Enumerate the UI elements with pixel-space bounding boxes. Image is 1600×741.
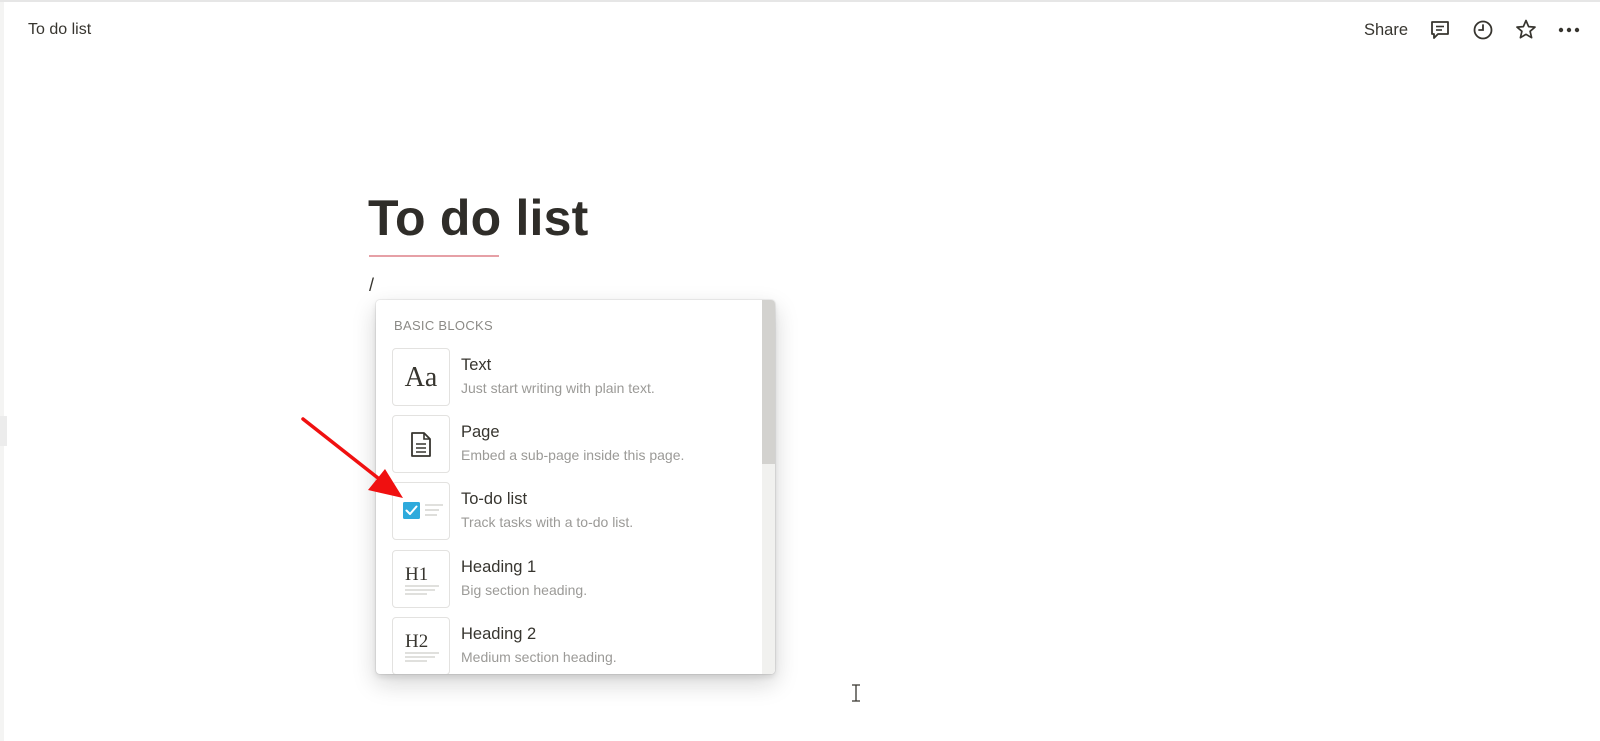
menu-item-text[interactable]: Aa Text Just start writing with plain te… — [392, 348, 752, 408]
block-input[interactable]: / — [369, 275, 374, 296]
star-icon[interactable] — [1513, 17, 1539, 43]
menu-item-label: Page — [461, 423, 500, 441]
more-icon[interactable] — [1556, 17, 1582, 43]
share-button[interactable]: Share — [1364, 21, 1408, 40]
menu-item-description: Just start writing with plain text. — [461, 380, 655, 396]
menu-item-page[interactable]: Page Embed a sub-page inside this page. — [392, 415, 752, 475]
menu-item-heading-2[interactable]: H2 Heading 2 Medium section heading. — [392, 617, 752, 674]
menu-item-label: Text — [461, 356, 492, 374]
menu-item-description: Embed a sub-page inside this page. — [461, 447, 685, 463]
menu-item-description: Track tasks with a to-do list. — [461, 514, 634, 530]
heading2-glyph: H2 — [405, 631, 428, 652]
heading1-glyph: H1 — [405, 564, 428, 585]
page-title[interactable]: To do list — [368, 193, 588, 243]
breadcrumb[interactable]: To do list — [28, 21, 91, 39]
block-menu: BASIC BLOCKS Aa Text Just start writing … — [376, 300, 775, 674]
text-aa-icon: Aa — [392, 348, 450, 406]
menu-item-todo-list[interactable]: To-do list Track tasks with a to-do list… — [392, 482, 752, 542]
menu-item-label: Heading 1 — [461, 558, 537, 576]
checkbox-icon — [392, 482, 450, 540]
menu-item-description: Big section heading. — [461, 582, 588, 598]
menu-item-description: Medium section heading. — [461, 649, 617, 665]
menu-item-label: To-do list — [461, 490, 528, 508]
sidebar-edge — [0, 2, 4, 741]
sidebar-resize-handle[interactable] — [0, 416, 7, 446]
spellcheck-underline — [369, 255, 499, 257]
menu-section-label: BASIC BLOCKS — [394, 318, 493, 333]
top-bar: To do list Share — [0, 2, 1600, 58]
history-icon[interactable] — [1470, 17, 1496, 43]
text-aa-glyph: Aa — [405, 362, 438, 393]
comment-icon[interactable] — [1427, 17, 1453, 43]
page-icon — [392, 415, 450, 473]
heading1-icon: H1 — [392, 550, 450, 608]
heading2-icon: H2 — [392, 617, 450, 674]
menu-item-label: Heading 2 — [461, 625, 537, 643]
menu-item-heading-1[interactable]: H1 Heading 1 Big section heading. — [392, 550, 752, 610]
text-cursor-icon — [852, 684, 860, 702]
annotation-arrow-icon — [301, 417, 403, 498]
menu-scrollbar-thumb[interactable] — [762, 300, 775, 464]
